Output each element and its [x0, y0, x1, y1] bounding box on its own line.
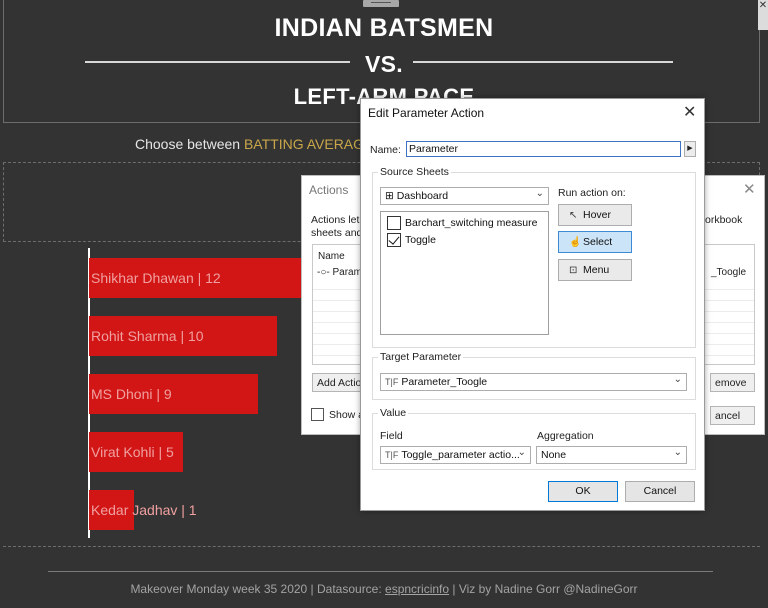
name-input[interactable]: Parameter: [406, 141, 681, 157]
name-label: Name:: [370, 144, 401, 156]
chevron-down-icon: ⌄: [673, 374, 682, 385]
bar-label: MS Dhoni | 9: [91, 386, 172, 402]
hand-pointer-icon: ☝: [569, 237, 582, 248]
boolean-type-icon: T|F: [385, 377, 399, 387]
ok-button[interactable]: OK: [548, 481, 618, 502]
aggregation-label: Aggregation: [537, 430, 594, 442]
source-sheet-list: Barchart_switching measure Toggle: [380, 211, 549, 335]
datasource-link[interactable]: espncricinfo: [385, 582, 449, 596]
target-parameter-select[interactable]: T|F Parameter_Toogle ⌄: [380, 373, 687, 391]
actions-desc-line1: Actions let: [311, 214, 360, 226]
sheet-checkbox-toggle[interactable]: [387, 233, 401, 247]
boolean-type-icon: T|F: [385, 450, 399, 460]
dashboard-grid-icon: ⊞: [385, 190, 397, 202]
source-sheets-label: Source Sheets: [378, 166, 451, 178]
list-item-target: _Toogle: [711, 267, 747, 278]
value-label: Value: [378, 407, 409, 419]
pointer-icon: ↖: [569, 210, 578, 221]
cancel-button[interactable]: Cancel: [625, 481, 695, 502]
subtitle-prefix: Choose between: [135, 136, 244, 152]
list-item-label: Param: [332, 267, 362, 278]
field-label: Field: [380, 430, 403, 442]
dashboard-select[interactable]: ⊞ Dashboard ⌄: [380, 187, 549, 205]
hover-button[interactable]: ↖ Hover: [558, 204, 632, 226]
show-checkbox[interactable]: [311, 408, 324, 421]
chevron-down-icon: ⌄: [517, 447, 526, 458]
actions-description: Actions let sheets and: [311, 214, 362, 240]
dashboard-title: INDIAN BATSMEN: [274, 14, 494, 42]
add-action-button[interactable]: Add Actio: [312, 373, 362, 392]
bar-label: Virat Kohli | 5: [91, 444, 174, 460]
menu-pointer-icon: ⊡: [569, 265, 578, 276]
hover-label: Hover: [583, 209, 612, 221]
sheet-item-toggle[interactable]: Toggle: [387, 233, 436, 247]
chevron-down-icon: ⌄: [535, 188, 544, 199]
bar-label: Kedar Jadhav | 1: [91, 502, 197, 518]
actions-dialog-title: Actions: [309, 183, 349, 197]
sheet-checkbox-barchart[interactable]: [387, 216, 401, 230]
footer-divider: [48, 571, 713, 572]
show-label: Show a: [329, 409, 365, 421]
measure-selector-text: Choose between BATTING AVERAGES: [135, 136, 383, 152]
menu-label: Menu: [583, 264, 610, 276]
field-select[interactable]: T|F Toggle_parameter actio... ⌄: [380, 446, 531, 464]
divider: [3, 546, 760, 547]
chevron-down-icon: ⌄: [673, 447, 682, 458]
footer-text: Makeover Monday week 35 2020 | Datasourc…: [130, 582, 386, 596]
close-icon[interactable]: ✕: [683, 102, 696, 122]
field-value: Toggle_parameter actio...: [401, 449, 520, 461]
list-header-name: Name: [318, 251, 345, 262]
chevron-right-icon[interactable]: ▶: [684, 141, 696, 157]
bar-label: Shikhar Dhawan | 12: [91, 270, 221, 286]
aggregation-value: None: [541, 449, 567, 461]
sheet-label-toggle: Toggle: [405, 233, 436, 246]
footer-credits: Makeover Monday week 35 2020 | Datasourc…: [0, 582, 768, 596]
select-label: Select: [583, 236, 613, 248]
menu-button[interactable]: ⊡ Menu: [558, 259, 632, 281]
target-parameter-label: Target Parameter: [378, 351, 464, 363]
dashboard-vs: VS.: [365, 51, 403, 77]
drag-handle-icon[interactable]: [363, 0, 399, 7]
title-divider-right: [413, 61, 673, 63]
edit-parameter-action-dialog: Edit Parameter Action ✕ Name: Parameter …: [360, 98, 705, 511]
dialog-title: Edit Parameter Action: [368, 106, 485, 120]
dashboard-select-value: Dashboard: [396, 190, 449, 202]
close-icon[interactable]: ✕: [743, 180, 756, 198]
parameter-action-icon: -○-: [317, 267, 330, 278]
target-parameter-value: Parameter_Toogle: [401, 376, 488, 388]
sheet-item-barchart[interactable]: Barchart_switching measure: [387, 216, 537, 230]
sheet-label-barchart: Barchart_switching measure: [405, 216, 538, 229]
bar-label: Rohit Sharma | 10: [91, 328, 204, 344]
list-item[interactable]: -○- Param: [317, 267, 362, 278]
remove-button[interactable]: emove: [710, 373, 755, 392]
aggregation-select[interactable]: None ⌄: [536, 446, 687, 464]
actions-desc-line2: sheets and: [311, 227, 363, 239]
footer-author: | Viz by Nadine Gorr @NadineGorr: [449, 582, 638, 596]
run-action-label: Run action on:: [558, 187, 626, 199]
select-button[interactable]: ☝ Select: [558, 231, 632, 253]
actions-description-right: orkbook: [705, 214, 743, 226]
actions-cancel-button[interactable]: ancel: [710, 406, 755, 425]
